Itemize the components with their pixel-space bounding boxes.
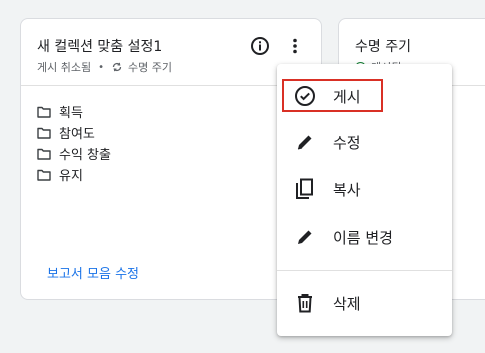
edit-collection-link[interactable]: 보고서 모음 수정 <box>47 263 139 282</box>
menu-item-publish[interactable]: 게시 <box>277 76 452 116</box>
card-divider <box>21 85 321 86</box>
sync-icon <box>111 61 123 73</box>
check-circle-icon <box>293 84 317 108</box>
copy-icon <box>293 177 317 201</box>
folder-label: 참여도 <box>59 127 95 142</box>
more-vert-icon[interactable] <box>285 35 305 57</box>
list-item: 유지 <box>37 164 111 185</box>
folder-label: 유지 <box>59 169 83 184</box>
lifecycle-label: 수명 주기 <box>128 61 172 74</box>
folder-icon <box>37 106 51 118</box>
card-title: 수명 주기 <box>355 39 411 55</box>
menu-item-rename[interactable]: 이름 변경 <box>277 217 452 257</box>
list-item: 획득 <box>37 101 111 122</box>
card-subtitle: 게시 취소됨 • 수명 주기 <box>37 59 172 75</box>
folder-icon <box>37 169 51 181</box>
list-item: 수익 창출 <box>37 143 111 164</box>
folder-icon <box>37 148 51 160</box>
menu-item-edit[interactable]: 수정 <box>277 122 452 162</box>
separator-dot: • <box>98 61 105 73</box>
menu-item-copy[interactable]: 복사 <box>277 169 452 209</box>
menu-item-label: 삭제 <box>333 294 361 313</box>
info-icon[interactable] <box>249 35 271 57</box>
folder-list: 획득 참여도 수익 창출 유지 <box>37 101 111 185</box>
publish-status: 게시 취소됨 <box>37 61 92 74</box>
menu-item-label: 복사 <box>333 180 361 199</box>
trash-icon <box>293 291 317 315</box>
pencil-icon <box>293 130 317 154</box>
menu-divider <box>277 270 452 271</box>
card-title: 새 컬렉션 맞춤 설정1 <box>37 39 163 55</box>
menu-item-label: 이름 변경 <box>333 228 393 247</box>
folder-label: 획득 <box>59 106 83 121</box>
list-item: 참여도 <box>37 122 111 143</box>
menu-item-label: 수정 <box>333 133 361 152</box>
folder-icon <box>37 127 51 139</box>
folder-label: 수익 창출 <box>59 148 111 163</box>
menu-item-label: 게시 <box>333 87 361 106</box>
menu-item-delete[interactable]: 삭제 <box>277 283 452 323</box>
pencil-icon <box>293 225 317 249</box>
context-menu: 게시 수정 복사 이름 변경 삭제 <box>277 64 452 336</box>
